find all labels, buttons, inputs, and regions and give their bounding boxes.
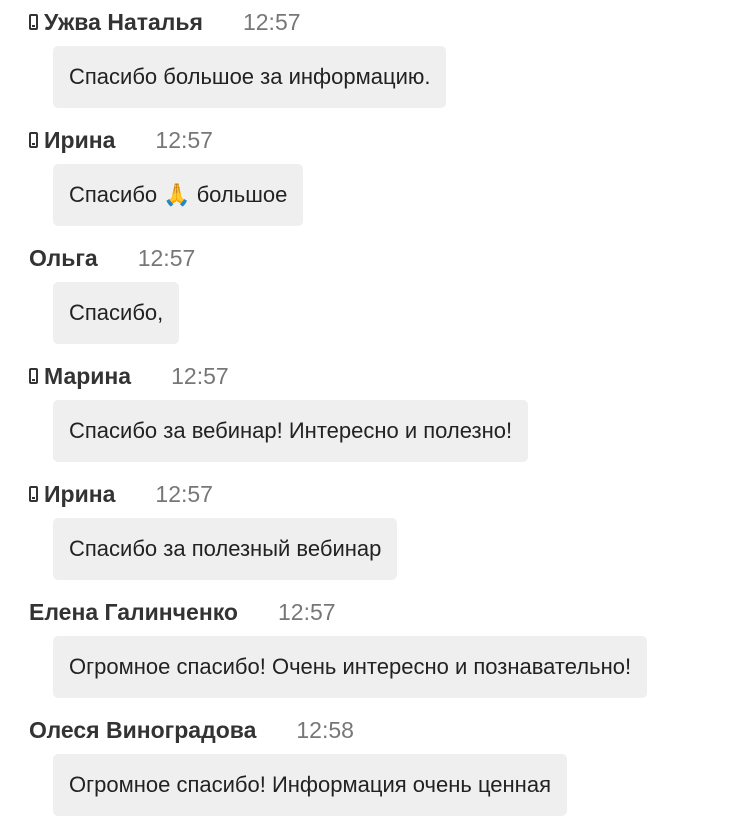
message-author[interactable]: Ирина — [44, 127, 115, 154]
message-text: Спасибо, — [69, 300, 164, 325]
message-author[interactable]: Ольга — [29, 245, 98, 272]
message-time: 12:57 — [155, 126, 213, 153]
mobile-phone-icon — [29, 368, 38, 384]
message-header: Ольга 12:57 — [29, 242, 195, 274]
message-text: Огромное спасибо! Информация очень ценна… — [69, 772, 551, 797]
message-bubble: Огромное спасибо! Информация очень ценна… — [53, 754, 567, 816]
message-text: Спасибо — [69, 182, 158, 207]
message-author[interactable]: Ирина — [44, 481, 115, 508]
message-time: 12:57 — [242, 8, 301, 35]
message-bubble: Спасибо за полезный вебинар — [53, 518, 398, 580]
chat-message: Ирина 12:57 Спасибо за полезный вебинар — [0, 476, 734, 594]
message-header: Елена Галинченко 12:57 — [29, 596, 336, 628]
message-time: 12:57 — [277, 598, 336, 625]
message-time: 12:58 — [296, 716, 354, 743]
message-text: Огромное спасибо! Очень интересно и позн… — [69, 654, 632, 679]
chat-message-list: Ужва Наталья 12:57 Спасибо большое за ин… — [0, 0, 734, 830]
message-author[interactable]: Ужва Наталья — [44, 9, 203, 36]
message-header: Ирина 12:57 — [29, 478, 213, 510]
message-bubble: Огромное спасибо! Очень интересно и позн… — [53, 636, 648, 698]
message-header: Ирина 12:57 — [29, 124, 213, 156]
folded-hands-emoji-icon: 🙏 — [163, 182, 191, 207]
chat-message: Ольга 12:57 Спасибо, — [0, 240, 734, 358]
chat-message: Олеся Виноградова 12:58 Огромное спасибо… — [0, 712, 734, 830]
mobile-phone-icon — [29, 486, 38, 502]
message-bubble: Спасибо 🙏 большое — [53, 164, 304, 226]
chat-message: Елена Галинченко 12:57 Огромное спасибо!… — [0, 594, 734, 712]
message-time: 12:57 — [137, 244, 196, 271]
message-header: Ужва Наталья 12:57 — [29, 6, 301, 38]
message-author[interactable]: Елена Галинченко — [29, 599, 238, 626]
message-time: 12:57 — [155, 480, 213, 507]
message-text: большое — [196, 182, 288, 207]
message-text: Спасибо за полезный вебинар — [69, 536, 382, 561]
mobile-phone-icon — [29, 14, 38, 30]
message-author[interactable]: Олеся Виноградова — [29, 717, 256, 744]
message-bubble: Спасибо, — [53, 282, 180, 344]
message-header: Марина 12:57 — [29, 360, 229, 392]
message-text: Спасибо большое за информацию. — [69, 64, 431, 89]
message-text: Спасибо за вебинар! Интересно и полезно! — [69, 418, 513, 443]
message-header: Олеся Виноградова 12:58 — [29, 714, 354, 746]
chat-message: Марина 12:57 Спасибо за вебинар! Интерес… — [0, 358, 734, 476]
chat-message: Ужва Наталья 12:57 Спасибо большое за ин… — [0, 4, 734, 122]
mobile-phone-icon — [29, 132, 38, 148]
message-bubble: Спасибо за вебинар! Интересно и полезно! — [53, 400, 529, 462]
message-author[interactable]: Марина — [44, 363, 131, 390]
chat-message: Ирина 12:57 Спасибо 🙏 большое — [0, 122, 734, 240]
message-bubble: Спасибо большое за информацию. — [53, 46, 447, 108]
message-time: 12:57 — [171, 362, 229, 389]
